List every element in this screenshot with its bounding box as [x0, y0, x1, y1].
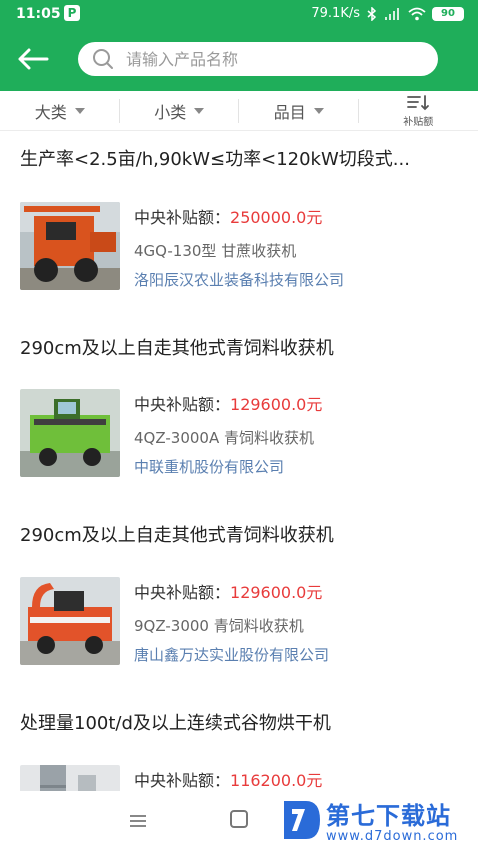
product-image — [20, 577, 120, 665]
subsidy-label: 中央补贴额： — [134, 583, 231, 602]
search-box[interactable] — [78, 42, 438, 76]
list-item[interactable]: 生产率<2.5亩/h,90kW≤功率<120kW切段式... 中央补贴额：250… — [0, 145, 478, 305]
filter-item-type-label: 品目 — [273, 103, 306, 122]
item-title: 290cm及以上自走其他式青饲料收获机 — [20, 525, 334, 546]
sort-by-subsidy-button[interactable]: 补贴额 — [359, 91, 478, 131]
d7-logo-icon — [284, 801, 320, 839]
item-title: 处理量100t/d及以上连续式谷物烘干机 — [20, 713, 331, 734]
caret-down-icon — [313, 108, 324, 114]
filter-category-label: 大类 — [34, 103, 67, 122]
bluetooth-icon — [367, 6, 377, 21]
list-item[interactable]: 处理量100t/d及以上连续式谷物烘干机 中央补贴额：116200.0元 — [0, 709, 478, 791]
subsidy-amount: 129600.0元 — [230, 395, 323, 414]
list-item[interactable]: 290cm及以上自走其他式青饲料收获机 中央补贴额：129600.0元 9QZ-… — [0, 521, 478, 681]
filter-subcategory[interactable]: 小类 — [120, 91, 240, 131]
subsidy-amount: 116200.0元 — [230, 771, 323, 790]
subsidy-amount: 250000.0元 — [230, 208, 323, 227]
app-header: 11:05 P 79.1K/s 90 — [0, 0, 478, 91]
search-icon — [93, 49, 113, 69]
signal-icon — [385, 7, 399, 20]
product-image — [20, 765, 120, 791]
filter-bar: 大类 小类 品目 补贴额 — [0, 91, 478, 131]
list-item[interactable]: 290cm及以上自走其他式青饲料收获机 中央补贴额：129600.0元 4QZ-… — [0, 334, 478, 494]
filter-subcategory-label: 小类 — [154, 103, 187, 122]
watermark-text: 第七下载站 www.d7down.com — [326, 796, 458, 844]
subsidy-text: 中央补贴额：129600.0元 — [134, 391, 322, 415]
subsidy-label: 中央补贴额： — [134, 771, 231, 790]
subsidy-label: 中央补贴额： — [134, 395, 231, 414]
watermark-name: 第七下载站 — [326, 802, 451, 830]
filter-category[interactable]: 大类 — [0, 91, 120, 131]
company-name: 中联重机股份有限公司 — [134, 458, 285, 476]
status-time: 11:05 — [16, 6, 61, 22]
home-square-icon[interactable] — [230, 810, 248, 828]
caret-down-icon — [74, 108, 85, 114]
watermark-logo: 第七下载站 www.d7down.com — [280, 796, 458, 844]
company-name: 唐山鑫万达实业股份有限公司 — [134, 646, 330, 664]
subsidy-amount: 129600.0元 — [230, 583, 323, 602]
product-list: 生产率<2.5亩/h,90kW≤功率<120kW切段式... 中央补贴额：250… — [0, 131, 478, 791]
sort-icon — [407, 95, 430, 111]
filter-item-type[interactable]: 品目 — [239, 91, 359, 131]
menu-icon[interactable] — [128, 813, 148, 829]
product-model: 4GQ-130型 甘蔗收获机 — [134, 242, 297, 260]
battery-icon: 90 — [432, 6, 464, 21]
status-bar: 11:05 P 79.1K/s 90 — [0, 0, 478, 28]
caret-down-icon — [194, 108, 205, 114]
network-speed: 79.1K/s — [311, 6, 360, 21]
watermark-url: www.d7down.com — [326, 829, 459, 844]
subsidy-text: 中央补贴额：129600.0元 — [134, 579, 322, 603]
product-image — [20, 202, 120, 290]
search-input[interactable] — [126, 49, 386, 69]
sort-label: 补贴额 — [403, 117, 434, 128]
wifi-icon — [408, 7, 426, 20]
company-name: 洛阳辰汉农业装备科技有限公司 — [134, 271, 345, 289]
subsidy-text: 中央补贴额：116200.0元 — [134, 767, 322, 791]
status-right: 79.1K/s 90 — [311, 6, 464, 21]
subsidy-text: 中央补贴额：250000.0元 — [134, 204, 322, 228]
system-nav-bar: 第七下载站 www.d7down.com — [0, 791, 478, 850]
product-model: 4QZ-3000A 青饲料收获机 — [134, 429, 314, 447]
subsidy-label: 中央补贴额： — [134, 208, 231, 227]
product-image — [20, 389, 120, 477]
item-title: 290cm及以上自走其他式青饲料收获机 — [20, 338, 334, 359]
product-model: 9QZ-3000 青饲料收获机 — [134, 617, 304, 635]
back-arrow-icon[interactable] — [14, 44, 54, 74]
item-title: 生产率<2.5亩/h,90kW≤功率<120kW切段式... — [20, 149, 410, 170]
notification-p-icon: P — [64, 5, 80, 21]
